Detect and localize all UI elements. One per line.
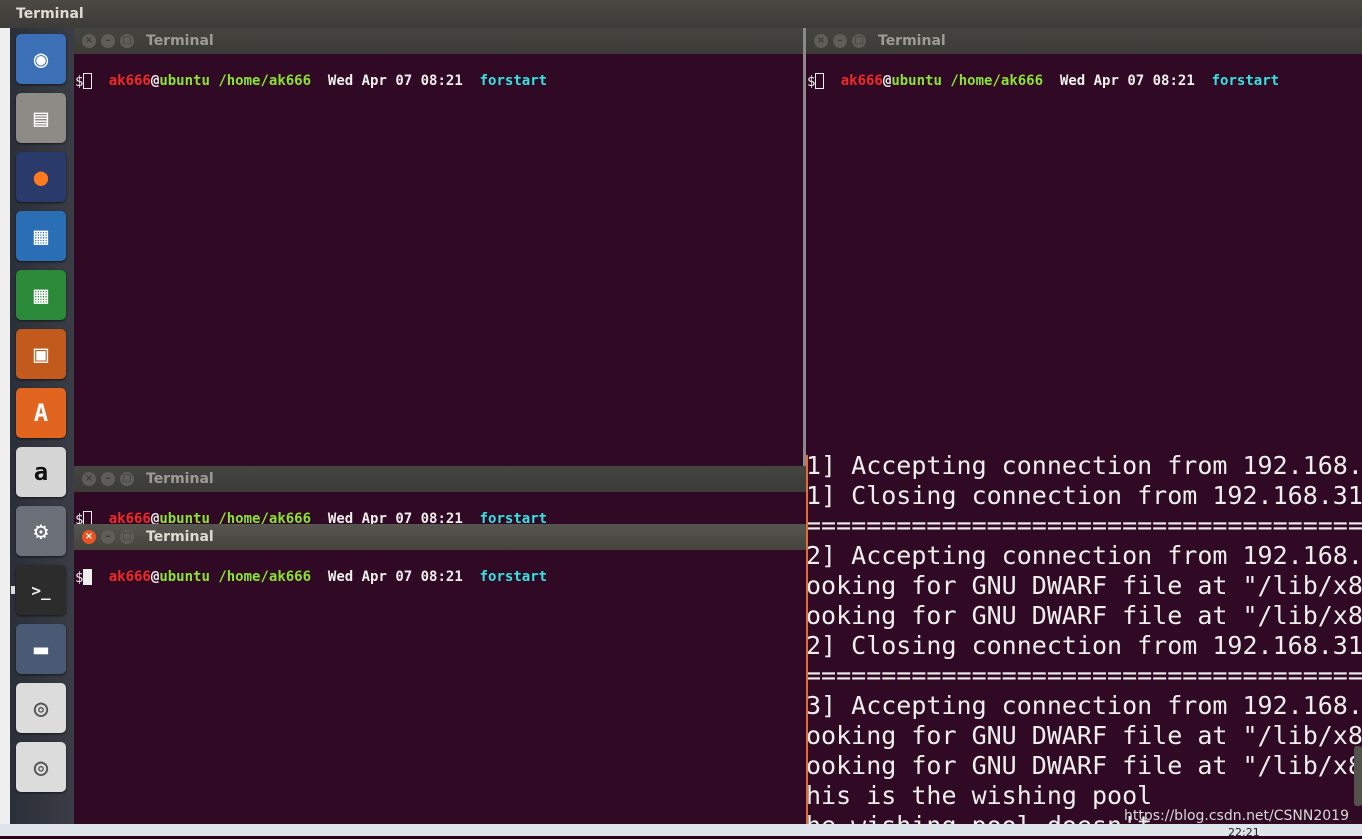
terminal-log-output[interactable]: 1] Accepting connection from 192.168.3 1]… [806,455,1362,836]
libreoffice-impress-icon[interactable]: ▣ [16,329,66,379]
active-app-title: Terminal [16,6,84,22]
cursor [83,73,93,89]
log-line: 2] Accepting connection from 192.168.3 [806,541,1362,570]
close-icon[interactable]: × [82,34,96,48]
minimize-icon[interactable]: – [101,34,115,48]
window-titlebar[interactable]: × – □ Terminal [806,28,1362,54]
log-line: his is the wishing pool [806,781,1153,810]
terminal-window-middle-left[interactable]: × – □ Terminal ak666@ubuntu /home/ak666 … [74,466,806,526]
window-title: Terminal [146,529,214,545]
terminal-window-top-left[interactable]: × – □ Terminal ak666@ubuntu /home/ak666 … [74,28,804,466]
log-line: ===================================== [806,661,1362,690]
log-line: 2] Closing connection from 192.168.31 [806,631,1362,660]
scrollbar-thumb[interactable] [1354,746,1362,806]
minimize-icon[interactable]: – [833,34,847,48]
close-icon[interactable]: × [814,34,828,48]
prompt-user: ak666 [108,73,151,89]
prompt-host: ubuntu [891,73,942,89]
dvd-icon-2[interactable]: ◎ [16,742,66,792]
prompt-host: ubuntu [159,73,210,89]
window-divider [803,28,806,466]
window-titlebar[interactable]: × – □ Terminal [74,466,806,492]
save-disk-icon[interactable]: ▬ [16,624,66,674]
libreoffice-calc-icon[interactable]: ▦ [16,270,66,320]
prompt-branch: forstart [479,569,548,585]
window-title: Terminal [146,33,214,49]
host-taskbar [0,824,1362,836]
window-titlebar[interactable]: × – □ Terminal [74,28,804,54]
maximize-icon[interactable]: □ [120,530,134,544]
log-line: ooking for GNU DWARF file at "/lib/x8 [806,571,1362,600]
firefox-icon[interactable]: ● [16,152,66,202]
ubuntu-software-icon[interactable]: A [16,388,66,438]
prompt-dollar[interactable]: $ [75,569,93,587]
prompt-line: ak666@ubuntu /home/ak666 Wed Apr 07 08:2… [807,56,1279,107]
host-clock: 22:21 [1228,826,1260,839]
window-title: Terminal [146,471,214,487]
prompt-date: Wed Apr 07 08:21 [1059,73,1195,89]
window-title: Terminal [878,33,946,49]
prompt-user: ak666 [840,73,883,89]
log-line: ===================================== [806,511,1362,540]
prompt-branch: forstart [1211,73,1280,89]
log-line: ooking for GNU DWARF file at "/lib/x8 [806,721,1362,750]
terminal-icon[interactable]: >_ [16,565,66,615]
log-line: ooking for GNU DWARF file at "/lib/x8 [806,601,1362,630]
minimize-icon[interactable]: – [101,472,115,486]
maximize-icon[interactable]: □ [120,34,134,48]
log-line: ooking for GNU DWARF file at "/lib/x8 [806,751,1362,780]
minimize-icon[interactable]: – [101,530,115,544]
close-icon[interactable]: × [82,472,96,486]
libreoffice-writer-icon[interactable]: ▦ [16,211,66,261]
prompt-path: /home/ak666 [218,569,312,585]
terminal-window-bottom-left[interactable]: × – □ Terminal ak666@ubuntu /home/ak666 … [74,524,806,824]
log-line: 3] Accepting connection from 192.168.3 [806,691,1362,720]
ubuntu-dash-icon[interactable]: ◉ [16,34,66,84]
prompt-date: Wed Apr 07 08:21 [327,73,463,89]
prompt-path: /home/ak666 [950,73,1044,89]
watermark: https://blog.csdn.net/CSNN2019 [1124,808,1349,824]
cursor [815,73,825,89]
files-icon[interactable]: ▤ [16,93,66,143]
window-titlebar[interactable]: × – □ Terminal [74,524,806,550]
prompt-line: ak666@ubuntu /home/ak666 Wed Apr 07 08:2… [75,56,547,107]
dvd-icon[interactable]: ◎ [16,683,66,733]
system-settings-icon[interactable]: ⚙ [16,506,66,556]
prompt-dollar[interactable]: $ [807,73,825,91]
prompt-user: ak666 [108,569,151,585]
cursor [83,569,93,585]
amazon-icon[interactable]: a [16,447,66,497]
launcher-running-indicator [11,586,15,594]
terminal-window-top-right[interactable]: × – □ Terminal ak666@ubuntu /home/ak666 … [806,28,1362,458]
log-line: 1] Accepting connection from 192.168.3 [806,455,1362,480]
prompt-line: ak666@ubuntu /home/ak666 Wed Apr 07 08:2… [75,494,547,526]
close-icon[interactable]: × [82,530,96,544]
top-panel: Terminal [0,0,1362,28]
maximize-icon[interactable]: □ [120,472,134,486]
prompt-dollar[interactable]: $ [75,73,93,91]
desktop-edge [0,28,10,836]
maximize-icon[interactable]: □ [852,34,866,48]
prompt-date: Wed Apr 07 08:21 [327,569,463,585]
prompt-host: ubuntu [159,569,210,585]
log-line: 1] Closing connection from 192.168.31 [806,481,1362,510]
prompt-path: /home/ak666 [218,73,312,89]
prompt-branch: forstart [479,73,548,89]
prompt-line: ak666@ubuntu /home/ak666 Wed Apr 07 08:2… [75,552,547,603]
